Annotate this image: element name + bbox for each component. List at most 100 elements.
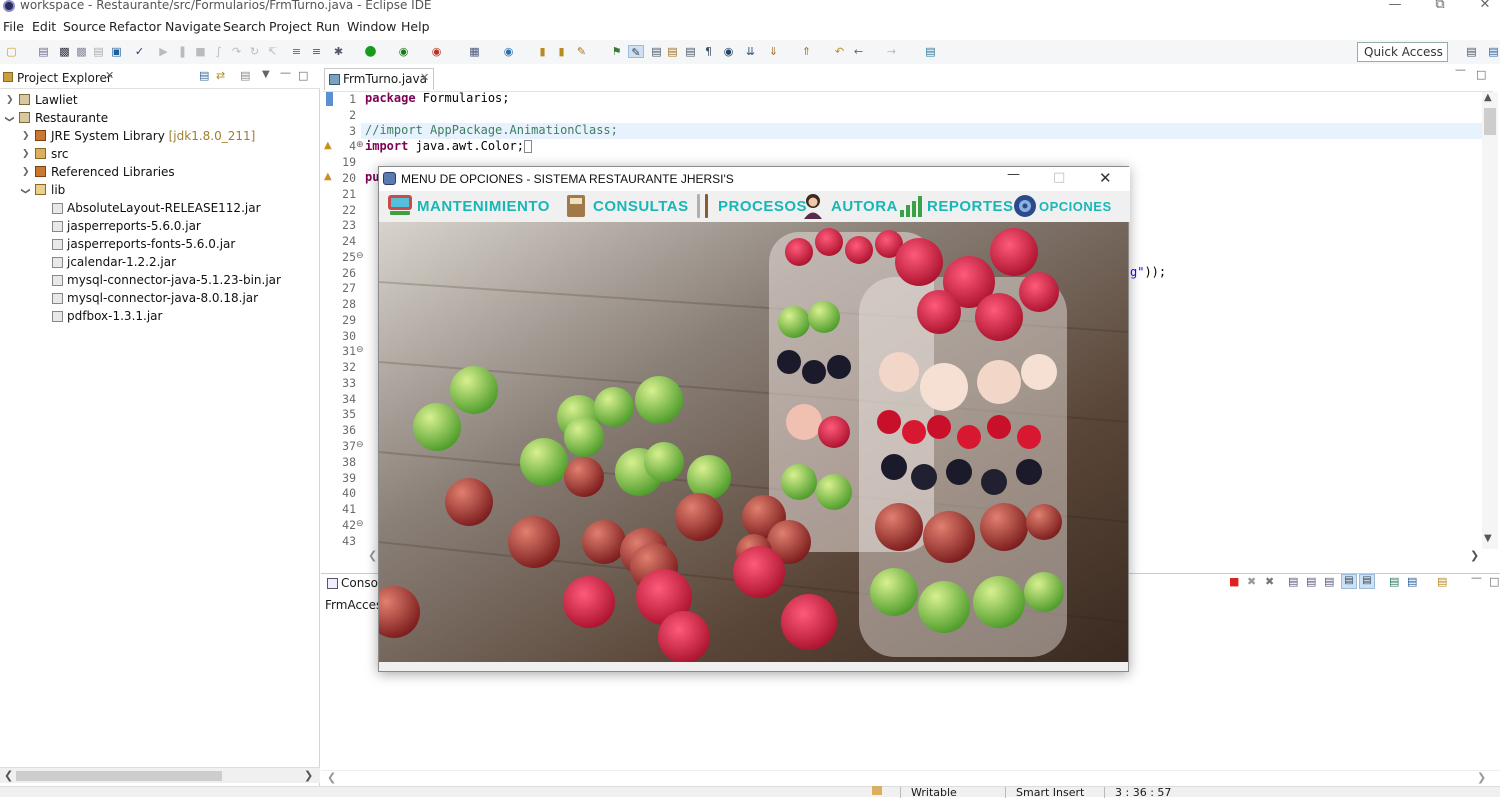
last-edit-location-icon[interactable]: ↶ [833,45,846,58]
save-icon[interactable]: ▩ [58,45,71,58]
terminate-icon[interactable]: ■ [1229,575,1239,588]
new-icon[interactable]: ▢ [5,45,18,58]
menu-navigate[interactable]: Navigate [165,19,221,34]
step-into-icon[interactable]: ↷ [230,45,243,58]
scroll-left-icon[interactable]: ❮ [368,549,377,562]
menu-consultas[interactable]: CONSULTAS [563,191,688,222]
new-class-icon[interactable]: ◉ [502,45,515,58]
menu-refactor[interactable]: Refactor [109,19,161,34]
open-type-icon[interactable]: ▮ [536,45,549,58]
java-perspective-icon[interactable]: ▤ [1487,45,1500,58]
scrollbar-thumb[interactable] [16,771,222,781]
close-tab-icon[interactable]: ✕ [105,69,114,82]
step-over-icon[interactable]: ↻ [248,45,261,58]
console-hscrollbar[interactable]: ❮ ❯ [321,770,1500,786]
code-line[interactable]: package Formularios; [365,91,510,105]
skip-breakpoints-icon[interactable]: ✓ [133,45,146,58]
code-line[interactable]: import java.awt.Color; [365,139,532,153]
open-console-icon[interactable]: ▤ [1437,575,1447,588]
code-line[interactable]: g")); [1130,265,1166,279]
tree-item-jar[interactable]: mysql-connector-java-5.1.23-bin.jar [67,273,281,287]
tree-item-jar[interactable]: jasperreports-5.6.0.jar [67,219,201,233]
terminate-icon[interactable]: ■ [194,45,207,58]
scrollbar-thumb[interactable] [1484,108,1496,135]
menu-reportes[interactable]: REPORTES [897,191,1013,222]
tree-item-jar[interactable]: jasperreports-fonts-5.6.0.jar [67,237,235,251]
menu-edit[interactable]: Edit [32,19,56,34]
link-editor-icon[interactable]: ⇄ [216,69,225,82]
next-edit-icon[interactable]: ⇑ [800,45,813,58]
fold-collapse-icon[interactable]: ⊖ [356,440,364,450]
toggle-word-wrap-icon[interactable]: ▤ [650,45,663,58]
show-stdout-icon[interactable]: ▤ [1341,574,1357,589]
scroll-right-icon[interactable]: ❯ [1470,549,1479,562]
tree-item-jre[interactable]: JRE System Library [jdk1.8.0_211] [51,129,255,143]
use-step-filters-icon[interactable]: ≡ [290,45,303,58]
toggle-mark-occurrences-icon[interactable]: ✎ [628,45,644,59]
menu-mantenimiento[interactable]: MANTENIMIENTO [385,191,555,222]
block-select-icon[interactable]: ▤ [666,45,679,58]
search-tool-icon[interactable]: ✎ [575,45,588,58]
project-explorer-tab[interactable]: Project Explorer ✕ ▤ ⇄ ▤ ▼ — □ [0,66,320,89]
dialog-maximize-icon[interactable]: □ [1053,170,1065,185]
terminal-icon[interactable]: ▣ [110,45,123,58]
minimize-view-icon[interactable]: — [1471,571,1482,584]
vertical-scrollbar[interactable]: ▲ ▼ [1482,92,1498,549]
maximize-editor-icon[interactable]: □ [1476,68,1486,81]
scroll-left-icon[interactable]: ❮ [4,769,13,782]
scroll-lock-icon[interactable]: ▤ [1306,575,1316,588]
open-task-icon[interactable]: ▮ [555,45,568,58]
maximize-view-icon[interactable]: □ [1489,575,1499,588]
coverage-icon[interactable]: ◉ [397,45,410,58]
show-stderr-icon[interactable]: ▤ [1359,574,1375,589]
minimize-icon[interactable]: — [1375,0,1415,13]
save-all-icon[interactable]: ▩ [75,45,88,58]
chevron-right-icon[interactable]: ❯ [22,149,30,159]
step-return-icon[interactable]: ↸ [266,45,279,58]
chevron-right-icon[interactable]: ❯ [22,167,30,177]
scroll-right-icon[interactable]: ❯ [1477,771,1486,784]
view-menu-icon[interactable]: ▼ [262,69,270,80]
maximize-view-icon[interactable]: □ [298,69,308,82]
chevron-right-icon[interactable]: ❯ [6,95,14,105]
code-line[interactable]: //import AppPackage.AnimationClass; [365,123,618,137]
tree-item-jar[interactable]: AbsoluteLayout-RELEASE112.jar [67,201,261,215]
remove-all-icon[interactable]: ✖ [1265,575,1274,588]
editor-tab[interactable]: FrmTurno.java ✕ [324,68,434,90]
menu-opciones[interactable]: OPCIONES [1011,191,1121,222]
menu-autora[interactable]: AUTORA [799,191,897,222]
fold-collapse-icon[interactable]: ⊖ [356,251,364,261]
pin-console-icon[interactable]: ▤ [1389,575,1399,588]
chevron-down-icon[interactable]: ❯ [4,115,14,123]
word-wrap-icon[interactable]: ▤ [1324,575,1334,588]
filter-icon[interactable]: ▤ [240,69,250,82]
menu-window[interactable]: Window [347,19,396,34]
tree-item-jar[interactable]: jcalendar-1.2.2.jar [67,255,176,269]
display-console-icon[interactable]: ▤ [1407,575,1417,588]
tree-item-src[interactable]: src [51,147,69,161]
close-icon[interactable]: ✕ [1465,0,1500,13]
chevron-down-icon[interactable]: ❯ [20,187,30,195]
fold-expand-icon[interactable]: ⊕ [356,140,364,150]
forward-icon[interactable]: → [885,45,898,58]
tree-item-jar[interactable]: pdfbox-1.3.1.jar [67,309,162,323]
menu-run[interactable]: Run [316,19,340,34]
prev-edit-icon[interactable]: ⇓ [767,45,780,58]
globe-icon[interactable]: ◉ [722,45,735,58]
fold-collapse-icon[interactable]: ⊖ [356,345,364,355]
print-icon[interactable]: ▤ [92,45,105,58]
dialog-close-icon[interactable]: ✕ [1099,169,1112,187]
suspend-icon[interactable]: ❚ [176,45,189,58]
external-tools-icon[interactable]: ◉ [430,45,443,58]
quick-access-input[interactable]: Quick Access [1357,42,1448,62]
menu-file[interactable]: File [3,19,24,34]
menu-help[interactable]: Help [401,19,430,34]
show-whitespace-icon[interactable]: ▤ [684,45,697,58]
pilcrow-icon[interactable]: ¶ [702,45,715,58]
tree-item-restaurante[interactable]: Restaurante [35,111,108,125]
back-icon[interactable]: ← [852,45,865,58]
run-icon[interactable]: ● [364,44,377,58]
drop-frame-icon[interactable]: ≡ [310,45,323,58]
minimize-view-icon[interactable]: — [280,66,291,79]
menu-source[interactable]: Source [63,19,106,34]
